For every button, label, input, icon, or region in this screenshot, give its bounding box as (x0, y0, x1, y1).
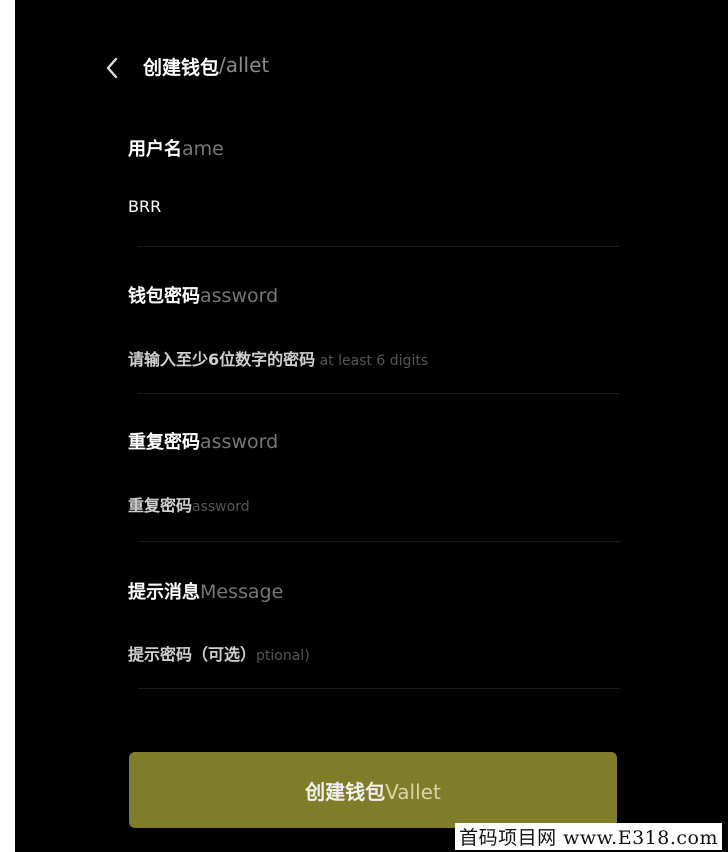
hint-message-label: 提示消息Message (128, 581, 284, 603)
repeat-password-label: 重复密码assword (128, 431, 279, 453)
username-label: 用户名ame (128, 138, 224, 160)
header: 创建钱包 /allet (101, 50, 269, 86)
wallet-create-screen: 创建钱包 /allet 用户名ame BRR 钱包密码assword 请输入至少… (15, 0, 728, 852)
hint-message-underline (138, 688, 620, 689)
back-chevron-icon[interactable] (101, 57, 123, 79)
page-title-cn: 创建钱包 (143, 57, 220, 79)
repeat-password-underline (138, 541, 620, 542)
password-underline (138, 393, 620, 394)
repeat-password-input[interactable]: 重复密码assword (128, 492, 250, 516)
username-underline (138, 246, 620, 247)
page-title: 创建钱包 /allet (143, 53, 269, 83)
password-input[interactable]: 请输入至少6位数字的密码 at least 6 digits (128, 346, 428, 370)
password-label: 钱包密码assword (128, 285, 279, 307)
hint-message-input[interactable]: 提示密码（可选）ptional) (128, 641, 310, 665)
page-title-en: /allet (219, 53, 270, 77)
site-watermark: 首码项目网 www.E318.com (455, 823, 722, 850)
create-wallet-button-label: 创建钱包Vallet (305, 779, 441, 804)
create-wallet-button[interactable]: 创建钱包Vallet (129, 752, 617, 828)
username-input[interactable]: BRR (128, 197, 161, 216)
